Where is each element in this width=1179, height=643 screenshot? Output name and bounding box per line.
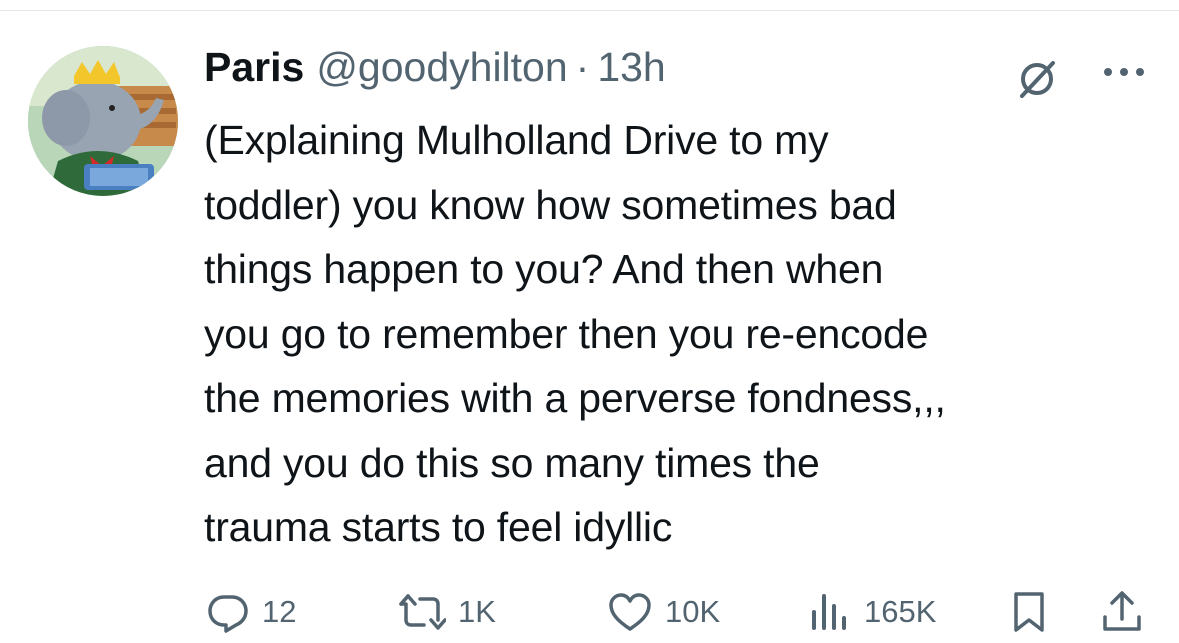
tweet-text: (Explaining Mulholland Drive to my toddl… <box>204 117 946 550</box>
reply-count: 12 <box>262 594 297 629</box>
author-handle[interactable]: @goodyhilton <box>316 44 567 91</box>
bookmark-button[interactable] <box>1010 584 1048 640</box>
reply-button[interactable]: 12 <box>206 584 296 640</box>
like-count: 10K <box>665 594 721 629</box>
heart-icon <box>609 593 651 631</box>
timestamp[interactable]: 13h <box>597 44 665 91</box>
repost-button[interactable]: 1K <box>398 584 496 640</box>
separator-dot: · <box>575 44 590 90</box>
repost-icon <box>399 594 446 630</box>
repost-count: 1K <box>458 594 496 629</box>
reply-icon <box>208 595 248 633</box>
author-name[interactable]: Paris <box>204 44 304 91</box>
avatar[interactable] <box>28 46 178 196</box>
top-divider <box>0 10 1179 11</box>
share-button[interactable] <box>1100 584 1144 640</box>
tweet-header: Paris @goodyhilton · 13h <box>204 44 666 104</box>
view-count: 165K <box>864 594 937 629</box>
avatar-image <box>28 46 178 196</box>
grok-icon[interactable] <box>1016 58 1058 100</box>
more-icon[interactable] <box>1100 60 1148 84</box>
views-icon <box>812 594 846 630</box>
views-button[interactable]: 165K <box>808 584 936 640</box>
share-icon <box>1103 591 1141 631</box>
action-bar: 12 1K 10K 165K <box>0 584 1179 640</box>
like-button[interactable]: 10K <box>607 584 720 640</box>
bookmark-icon <box>1014 592 1044 632</box>
